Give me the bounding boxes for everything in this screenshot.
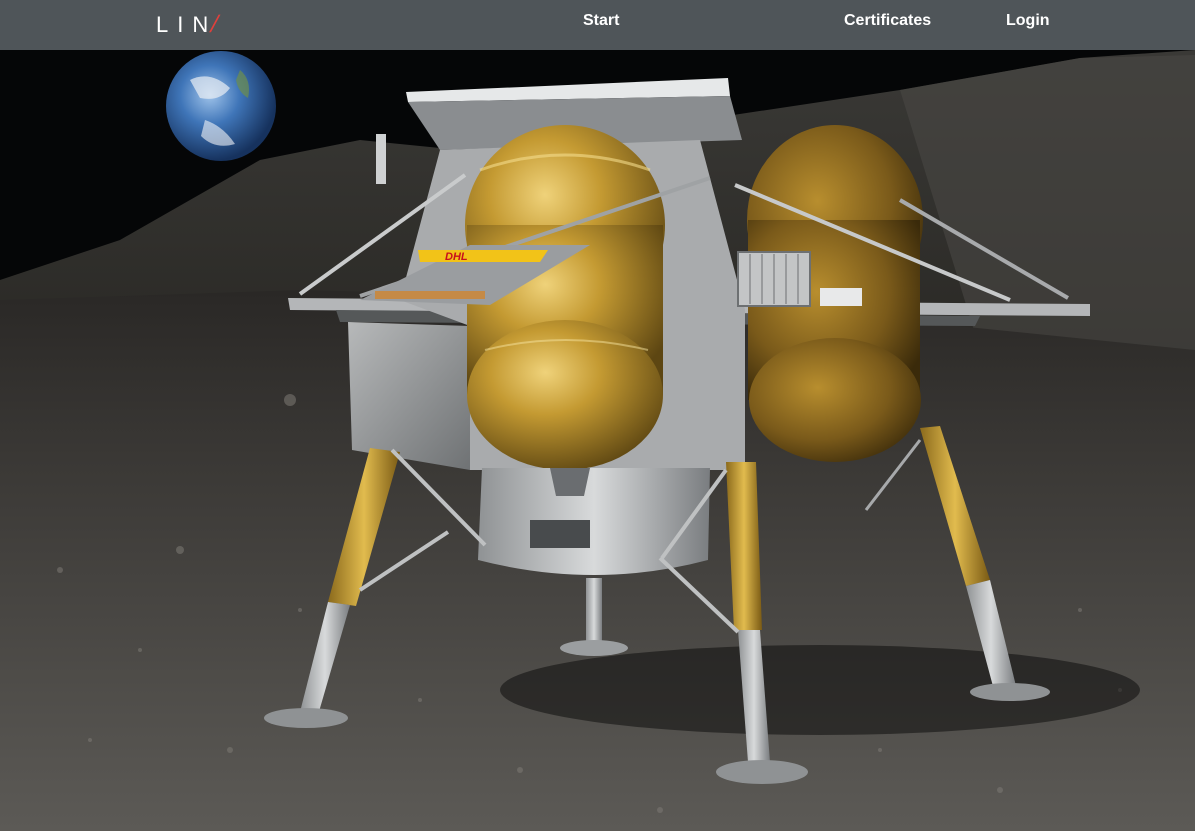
hero-image: DHL: [0, 50, 1195, 831]
dhl-badge: [418, 250, 548, 262]
engine-skirt: [478, 468, 710, 575]
top-navbar: LIN / Start Certificates Login: [0, 0, 1195, 50]
site-logo[interactable]: LIN /: [156, 11, 222, 38]
lunar-lander-illustration: DHL: [0, 50, 1195, 831]
nav-link-start[interactable]: Start: [583, 12, 619, 30]
dhl-badge-text: DHL: [445, 251, 468, 263]
nav-link-login[interactable]: Login: [1006, 12, 1050, 30]
nav-link-certificates[interactable]: Certificates: [844, 12, 931, 30]
